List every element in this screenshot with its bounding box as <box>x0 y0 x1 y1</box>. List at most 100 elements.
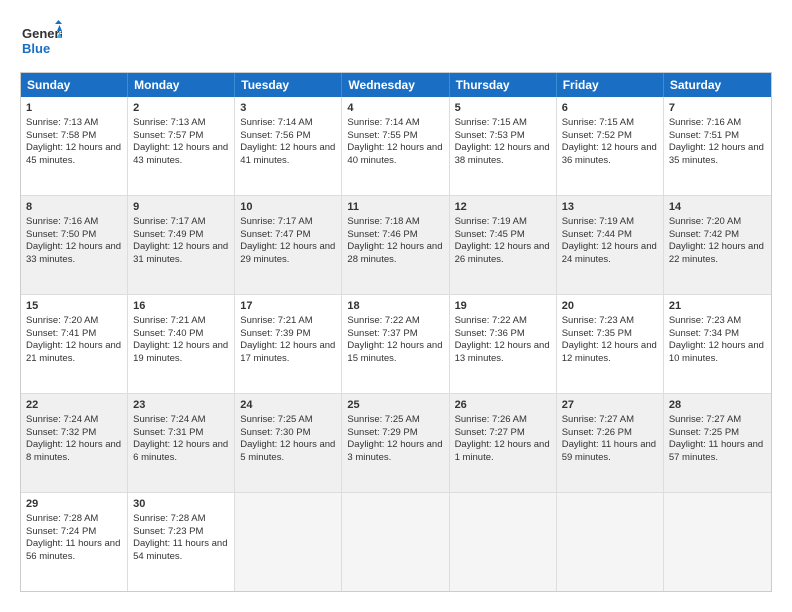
day-cell: 21Sunrise: 7:23 AMSunset: 7:34 PMDayligh… <box>664 295 771 393</box>
day-number: 6 <box>562 101 658 116</box>
weekday-header: Wednesday <box>342 73 449 97</box>
daylight: Daylight: 12 hours and 6 minutes. <box>133 439 228 463</box>
sunrise: Sunrise: 7:20 AM <box>669 216 741 227</box>
day-number: 12 <box>455 200 551 215</box>
day-number: 29 <box>26 497 122 512</box>
day-number: 13 <box>562 200 658 215</box>
sunrise: Sunrise: 7:20 AM <box>26 315 98 326</box>
day-number: 8 <box>26 200 122 215</box>
day-cell: 6Sunrise: 7:15 AMSunset: 7:52 PMDaylight… <box>557 97 664 195</box>
sunset: Sunset: 7:34 PM <box>669 328 739 339</box>
sunrise: Sunrise: 7:15 AM <box>562 117 634 128</box>
daylight: Daylight: 12 hours and 13 minutes. <box>455 340 550 364</box>
sunrise: Sunrise: 7:17 AM <box>240 216 312 227</box>
daylight: Daylight: 12 hours and 26 minutes. <box>455 241 550 265</box>
sunset: Sunset: 7:23 PM <box>133 526 203 537</box>
sunset: Sunset: 7:55 PM <box>347 130 417 141</box>
sunset: Sunset: 7:40 PM <box>133 328 203 339</box>
sunrise: Sunrise: 7:24 AM <box>133 414 205 425</box>
day-number: 10 <box>240 200 336 215</box>
sunset: Sunset: 7:35 PM <box>562 328 632 339</box>
day-cell: 30Sunrise: 7:28 AMSunset: 7:23 PMDayligh… <box>128 493 235 591</box>
day-number: 19 <box>455 299 551 314</box>
day-cell: 19Sunrise: 7:22 AMSunset: 7:36 PMDayligh… <box>450 295 557 393</box>
sunset: Sunset: 7:26 PM <box>562 427 632 438</box>
sunset: Sunset: 7:41 PM <box>26 328 96 339</box>
daylight: Daylight: 12 hours and 10 minutes. <box>669 340 764 364</box>
day-cell: 29Sunrise: 7:28 AMSunset: 7:24 PMDayligh… <box>21 493 128 591</box>
daylight: Daylight: 12 hours and 41 minutes. <box>240 142 335 166</box>
calendar-header: SundayMondayTuesdayWednesdayThursdayFrid… <box>21 73 771 97</box>
day-number: 7 <box>669 101 766 116</box>
day-number: 21 <box>669 299 766 314</box>
day-cell: 18Sunrise: 7:22 AMSunset: 7:37 PMDayligh… <box>342 295 449 393</box>
calendar-row: 8Sunrise: 7:16 AMSunset: 7:50 PMDaylight… <box>21 195 771 294</box>
sunset: Sunset: 7:46 PM <box>347 229 417 240</box>
sunrise: Sunrise: 7:23 AM <box>562 315 634 326</box>
sunset: Sunset: 7:37 PM <box>347 328 417 339</box>
daylight: Daylight: 11 hours and 57 minutes. <box>669 439 763 463</box>
day-cell: 15Sunrise: 7:20 AMSunset: 7:41 PMDayligh… <box>21 295 128 393</box>
daylight: Daylight: 12 hours and 19 minutes. <box>133 340 228 364</box>
daylight: Daylight: 12 hours and 33 minutes. <box>26 241 121 265</box>
day-cell: 4Sunrise: 7:14 AMSunset: 7:55 PMDaylight… <box>342 97 449 195</box>
calendar-row: 1 Sunrise: 7:13 AM Sunset: 7:58 PM Daylight… <box>21 97 771 195</box>
day-cell: 25Sunrise: 7:25 AMSunset: 7:29 PMDayligh… <box>342 394 449 492</box>
sunrise: Sunrise: 7:26 AM <box>455 414 527 425</box>
sunrise: Sunrise: 7:19 AM <box>455 216 527 227</box>
sunset: Sunset: 7:58 PM <box>26 130 96 141</box>
day-number: 23 <box>133 398 229 413</box>
sunrise: Sunrise: 7:16 AM <box>669 117 741 128</box>
day-cell: 2Sunrise: 7:13 AMSunset: 7:57 PMDaylight… <box>128 97 235 195</box>
svg-text:General: General <box>22 26 62 41</box>
sunrise: Sunrise: 7:22 AM <box>455 315 527 326</box>
day-cell: 7Sunrise: 7:16 AMSunset: 7:51 PMDaylight… <box>664 97 771 195</box>
sunset: Sunset: 7:27 PM <box>455 427 525 438</box>
sunrise: Sunrise: 7:13 AM <box>133 117 205 128</box>
sunrise: Sunrise: 7:21 AM <box>240 315 312 326</box>
sunset: Sunset: 7:32 PM <box>26 427 96 438</box>
day-cell: 8Sunrise: 7:16 AM Sunset: 7:50 PMDaylight… <box>21 196 128 294</box>
day-cell: 9Sunrise: 7:17 AMSunset: 7:49 PMDaylight… <box>128 196 235 294</box>
day-number: 18 <box>347 299 443 314</box>
sunset: Sunset: 7:24 PM <box>26 526 96 537</box>
day-cell: 27Sunrise: 7:27 AMSunset: 7:26 PMDayligh… <box>557 394 664 492</box>
sunset: Sunset: 7:25 PM <box>669 427 739 438</box>
empty-cell <box>235 493 342 591</box>
daylight: Daylight: 12 hours and 24 minutes. <box>562 241 657 265</box>
daylight: Daylight: 12 hours and 29 minutes. <box>240 241 335 265</box>
day-cell: 17Sunrise: 7:21 AMSunset: 7:39 PMDayligh… <box>235 295 342 393</box>
day-number: 22 <box>26 398 122 413</box>
empty-cell <box>557 493 664 591</box>
sunset: Sunset: 7:29 PM <box>347 427 417 438</box>
sunset: Sunset: 7:50 PM <box>26 229 96 240</box>
day-number: 30 <box>133 497 229 512</box>
sunset: Sunset: 7:44 PM <box>562 229 632 240</box>
day-cell: 20Sunrise: 7:23 AMSunset: 7:35 PMDayligh… <box>557 295 664 393</box>
day-cell: 13Sunrise: 7:19 AMSunset: 7:44 PMDayligh… <box>557 196 664 294</box>
daylight: Daylight: 11 hours and 59 minutes. <box>562 439 656 463</box>
sunrise: Sunrise: 7:25 AM <box>347 414 419 425</box>
daylight: Daylight: 12 hours and 1 minute. <box>455 439 550 463</box>
daylight: Daylight: 12 hours and 12 minutes. <box>562 340 657 364</box>
day-number: 16 <box>133 299 229 314</box>
sunrise: Sunrise: 7:16 AM <box>26 216 98 227</box>
calendar-body: 1 Sunrise: 7:13 AM Sunset: 7:58 PM Daylight… <box>21 97 771 591</box>
empty-cell <box>342 493 449 591</box>
sunrise: Sunrise: 7:18 AM <box>347 216 419 227</box>
sunrise: Sunrise: 7:25 AM <box>240 414 312 425</box>
sunrise: Sunrise: 7:28 AM <box>26 513 98 524</box>
daylight: Daylight: 12 hours and 36 minutes. <box>562 142 657 166</box>
sunrise: Sunrise: 7:15 AM <box>455 117 527 128</box>
daylight: Daylight: 12 hours and 8 minutes. <box>26 439 121 463</box>
daylight: Daylight: 12 hours and 15 minutes. <box>347 340 442 364</box>
logo-svg: General Blue <box>20 20 62 62</box>
sunset: Sunset: 7:53 PM <box>455 130 525 141</box>
day-number: 1 <box>26 101 122 116</box>
weekday-header: Monday <box>128 73 235 97</box>
daylight: Daylight: 12 hours and 40 minutes. <box>347 142 442 166</box>
sunset: Sunset: 7:57 PM <box>133 130 203 141</box>
day-cell: 16Sunrise: 7:21 AMSunset: 7:40 PMDayligh… <box>128 295 235 393</box>
sunset: Sunset: 7:47 PM <box>240 229 310 240</box>
page: General Blue SundayMondayTuesdayWednesda… <box>0 0 792 612</box>
